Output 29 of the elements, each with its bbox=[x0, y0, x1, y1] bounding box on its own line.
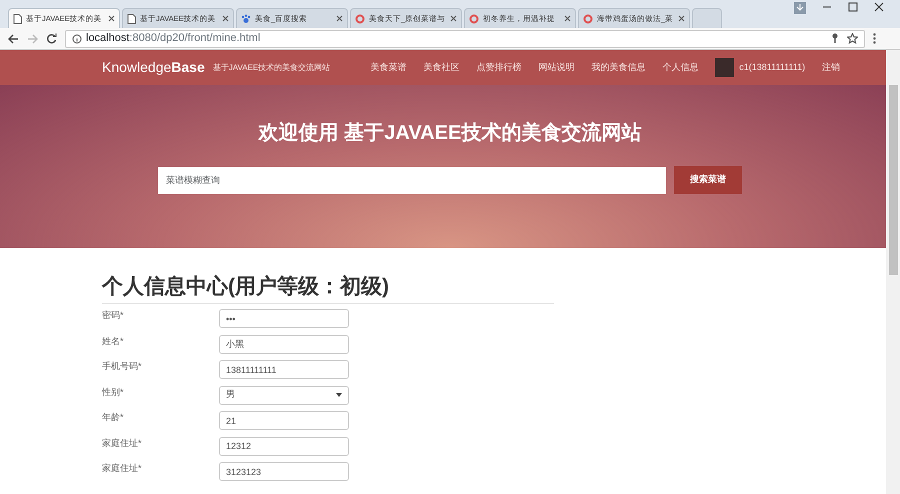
input-field[interactable]: 3123123 bbox=[219, 462, 349, 482]
input-field[interactable]: 12312 bbox=[219, 436, 349, 456]
nav-link[interactable]: 我的美食信息 bbox=[591, 60, 646, 74]
field-label: 家庭住址* bbox=[102, 436, 143, 450]
nav-link[interactable]: 美食社区 bbox=[423, 60, 460, 74]
nav-link[interactable]: 美食菜谱 bbox=[370, 60, 406, 74]
input-field[interactable]: 小黑 bbox=[219, 334, 349, 354]
nav-link[interactable]: 网站说明 bbox=[538, 60, 574, 74]
field-label: 性别* bbox=[102, 386, 125, 399]
site-logo[interactable]: KnowledgeBase bbox=[102, 57, 205, 78]
page-heading: 个人信息中心(用户等级：初级) bbox=[102, 274, 554, 304]
input-field[interactable]: ••• bbox=[219, 309, 349, 328]
address-field[interactable]: localhost:8080/dp20/front/mine.html bbox=[65, 30, 865, 48]
user-link[interactable]: c1(13811111111) bbox=[739, 60, 806, 74]
field-label: 姓名* bbox=[102, 334, 125, 348]
nav-link[interactable]: 点赞排行榜 bbox=[476, 60, 522, 74]
field-label: 手机号码* bbox=[102, 360, 143, 374]
input-field[interactable]: 13811111111 bbox=[219, 360, 349, 380]
select-field[interactable]: 男 bbox=[219, 386, 349, 405]
search-button[interactable]: 搜索菜谱 bbox=[674, 166, 742, 194]
field-label: 家庭住址* bbox=[102, 462, 143, 476]
nav-link[interactable]: 个人信息 bbox=[662, 60, 698, 74]
logout-link[interactable]: 注销 bbox=[822, 60, 840, 74]
search-field[interactable]: 菜谱模糊查询 bbox=[158, 166, 666, 194]
field-label: 密码* bbox=[102, 309, 125, 322]
site-subtitle: 基于JAVAEE技术的美食交流网站 bbox=[212, 62, 330, 74]
field-label: 年龄* bbox=[102, 411, 125, 424]
input-field[interactable]: 21 bbox=[219, 411, 349, 430]
hero-title: 欢迎使用 基于JAVAEE技术的美食交流网站 bbox=[258, 121, 642, 145]
